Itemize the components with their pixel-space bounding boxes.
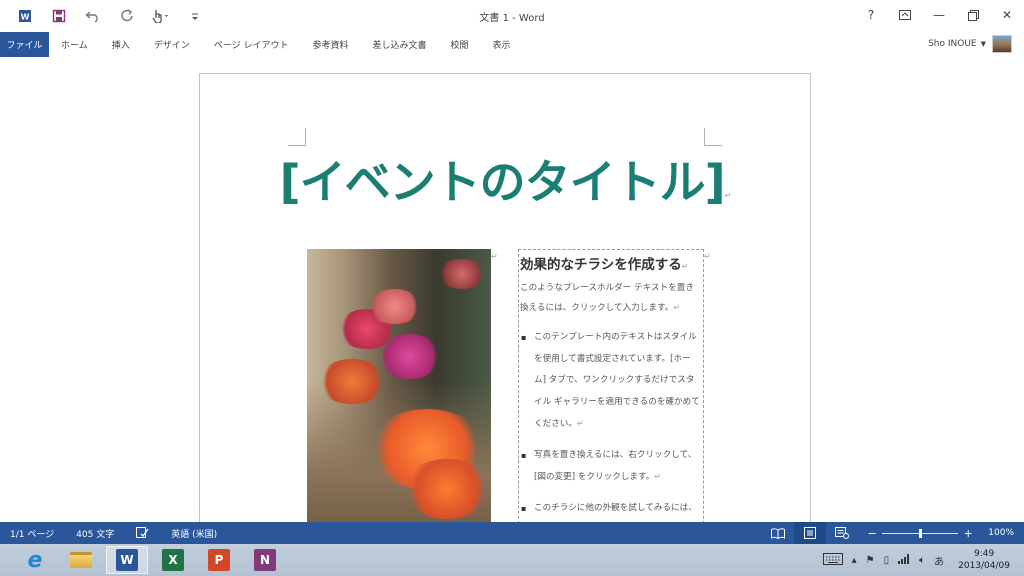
list-item-text: このチラシに他の外観を試してみるには、[デザイン] タブで、テーマ、色、フォント…	[534, 502, 697, 513]
powerpoint-icon: P	[208, 549, 230, 571]
bullet-icon: ▪	[521, 450, 527, 460]
zoom-thumb[interactable]	[918, 528, 922, 538]
ribbon-display-options-button[interactable]	[888, 0, 922, 30]
list-item-text: このテンプレート内のテキストはスタイルを使用して書式設定されています。[ホーム]…	[534, 332, 700, 429]
tab-mailings[interactable]: 差し込み文書	[360, 32, 438, 57]
restore-button[interactable]	[956, 0, 990, 30]
print-layout-icon[interactable]	[794, 522, 827, 544]
clock-time: 9:49	[973, 549, 995, 559]
user-name: Sho INOUE	[928, 39, 977, 49]
flyer-intro-text: このようなプレースホルダー テキストを置き換えるには、クリックして入力します。	[520, 283, 694, 313]
zoom-out-button[interactable]: −	[866, 527, 878, 540]
list-item-text: 写真を置き換えるには、右クリックして、[図の変更] をクリックします。	[534, 449, 697, 483]
volume-icon[interactable]: 🔈︎	[919, 555, 925, 566]
language[interactable]: 英語 (米国)	[171, 527, 217, 540]
excel-icon: X	[162, 549, 184, 571]
zoom-slider[interactable]: − + 100%	[866, 527, 1014, 540]
document-page[interactable]: [イベントのタイトル]↵ ↵ 効果的なチラシを作成する↵ このようなプレースホル…	[199, 73, 811, 522]
tab-page-layout[interactable]: ページ レイアウト	[202, 32, 301, 57]
taskbar-app-excel[interactable]: X	[152, 546, 194, 574]
word-count[interactable]: 405 文字	[76, 527, 114, 540]
ime-mode-icon[interactable]: あ	[934, 553, 944, 568]
flyer-heading-text: 効果的なチラシを作成する	[520, 257, 682, 273]
margin-corner-mark	[704, 128, 722, 146]
tab-design[interactable]: デザイン	[142, 32, 202, 57]
touch-keyboard-icon[interactable]	[822, 552, 843, 568]
tab-home[interactable]: ホーム	[49, 32, 100, 57]
network-icon[interactable]	[898, 553, 910, 567]
tab-file[interactable]: ファイル	[0, 32, 49, 57]
taskbar: e W X P N ▴ ⚑ ▯ 🔈︎ あ 9:49 2013/04/09	[0, 544, 1024, 576]
system-tray: ▴ ⚑ ▯ 🔈︎ あ 9:49 2013/04/09	[814, 544, 1010, 576]
paragraph-mark: ↵	[704, 252, 711, 261]
flower-photo[interactable]	[307, 249, 491, 522]
chevron-down-icon: ▼	[980, 40, 986, 48]
list-item[interactable]: ▪ 写真を置き換えるには、右クリックして、[図の変更] をクリックします。↵	[520, 445, 700, 489]
zoom-in-button[interactable]: +	[962, 527, 974, 540]
flyer-bullet-list: ▪ このテンプレート内のテキストはスタイルを使用して書式設定されています。[ホーム…	[520, 327, 700, 522]
flag-icon[interactable]: ⚑	[866, 555, 875, 566]
bullet-icon: ▪	[521, 503, 527, 513]
taskbar-app-file-explorer[interactable]	[60, 546, 102, 574]
title-bar: W 文書 1 - Word ? — ✕	[0, 0, 1024, 32]
proofing-icon[interactable]	[136, 527, 149, 539]
zoom-track[interactable]	[882, 528, 959, 538]
bullet-icon: ▪	[521, 333, 527, 342]
window-controls: ? — ✕	[854, 0, 1024, 30]
photo-flowers	[437, 259, 487, 289]
battery-icon[interactable]: ▯	[884, 555, 890, 566]
taskbar-app-word[interactable]: W	[106, 546, 148, 574]
tab-view[interactable]: 表示	[481, 32, 523, 57]
account-menu[interactable]: Sho INOUE ▼	[928, 35, 1012, 53]
photo-flowers	[402, 459, 491, 519]
internet-explorer-icon: e	[27, 547, 43, 573]
page-count[interactable]: 1/1 ページ	[10, 527, 54, 540]
status-bar: 1/1 ページ 405 文字 英語 (米国) − + 100%	[0, 522, 1024, 544]
avatar[interactable]	[992, 35, 1012, 53]
paragraph-mark: ↵	[673, 303, 681, 312]
photo-flowers	[367, 289, 422, 324]
document-workspace[interactable]: [イベントのタイトル]↵ ↵ 効果的なチラシを作成する↵ このようなプレースホル…	[0, 57, 1024, 522]
ribbon-tabs: ファイル ホーム 挿入 デザイン ページ レイアウト 参考資料 差し込み文書 校…	[0, 32, 1024, 57]
zoom-level[interactable]: 100%	[988, 528, 1014, 538]
taskbar-app-powerpoint[interactable]: P	[198, 546, 240, 574]
help-button[interactable]: ?	[854, 0, 888, 30]
paragraph-mark: ↵	[576, 419, 584, 428]
clock[interactable]: 9:49 2013/04/09	[958, 548, 1010, 572]
close-button[interactable]: ✕	[990, 0, 1024, 30]
tab-insert[interactable]: 挿入	[100, 32, 142, 57]
status-right: − + 100%	[762, 522, 1014, 544]
clock-date: 2013/04/09	[958, 561, 1010, 571]
status-left: 1/1 ページ 405 文字 英語 (米国)	[10, 522, 239, 544]
taskbar-app-onenote[interactable]: N	[244, 546, 286, 574]
flyer-intro[interactable]: このようなプレースホルダー テキストを置き換えるには、クリックして入力します。↵	[520, 278, 700, 318]
margin-corner-mark	[288, 128, 306, 146]
event-title[interactable]: [イベントのタイトル]↵	[200, 146, 810, 212]
paragraph-mark: ↵	[491, 252, 498, 261]
minimize-button[interactable]: —	[922, 0, 956, 30]
list-item[interactable]: ▪ このチラシに他の外観を試してみるには、[デザイン] タブで、テーマ、色、フォン…	[520, 498, 700, 523]
photo-flowers	[377, 334, 442, 379]
paragraph-mark: ↵	[681, 262, 689, 271]
paragraph-mark: ↵	[654, 472, 661, 481]
flyer-text-box[interactable]: 効果的なチラシを作成する↵ このようなプレースホルダー テキストを置き換えるには…	[518, 249, 704, 522]
event-title-text: [イベントのタイトル]	[279, 155, 726, 209]
ribbon: ファイル ホーム 挿入 デザイン ページ レイアウト 参考資料 差し込み文書 校…	[0, 32, 1024, 57]
word-icon: W	[116, 549, 138, 571]
chevron-up-icon[interactable]: ▴	[852, 555, 857, 566]
taskbar-app-internet-explorer[interactable]: e	[14, 546, 56, 574]
read-mode-icon[interactable]	[762, 522, 794, 544]
web-layout-icon[interactable]	[826, 522, 858, 544]
folder-icon	[70, 552, 92, 568]
paragraph-mark: ↵	[724, 191, 732, 200]
list-item[interactable]: ▪ このテンプレート内のテキストはスタイルを使用して書式設定されています。[ホーム…	[520, 327, 700, 436]
tab-references[interactable]: 参考資料	[300, 32, 360, 57]
onenote-icon: N	[254, 549, 276, 571]
photo-flowers	[317, 359, 387, 404]
tab-review[interactable]: 校閲	[438, 32, 480, 57]
flyer-heading[interactable]: 効果的なチラシを作成する↵	[520, 253, 700, 273]
